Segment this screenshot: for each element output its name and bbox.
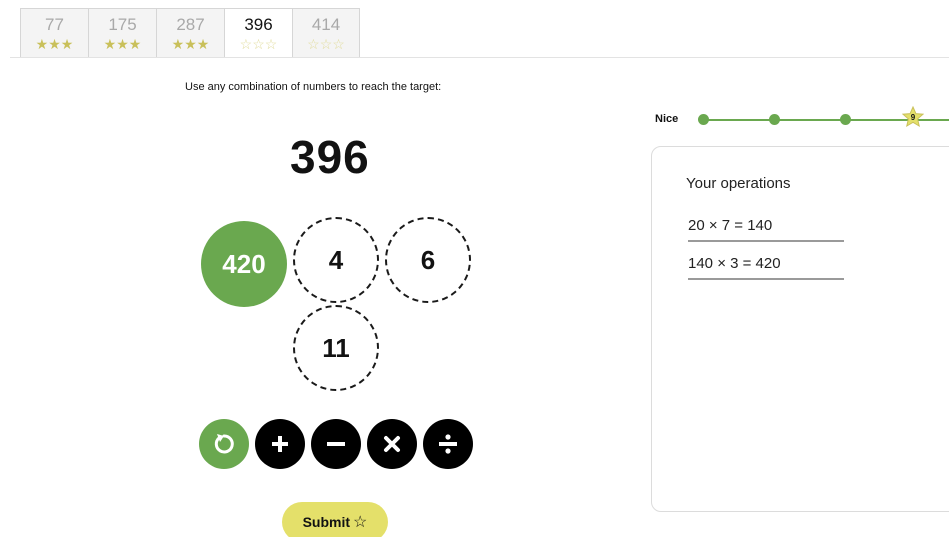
operations-title: Your operations bbox=[686, 175, 791, 192]
undo-icon bbox=[214, 434, 234, 454]
tab-number: 175 bbox=[108, 15, 137, 34]
instruction-text: Use any combination of numbers to reach … bbox=[185, 81, 442, 93]
tab-puzzle-3[interactable]: 287 ★★★ bbox=[156, 8, 224, 58]
operations-panel bbox=[651, 146, 949, 512]
divide-icon bbox=[439, 434, 457, 454]
tab-stars: ★★★ bbox=[35, 36, 74, 52]
tab-puzzle-1[interactable]: 77 ★★★ bbox=[20, 8, 88, 58]
tab-stars: ☆☆☆ bbox=[307, 36, 345, 52]
progress-rating-label: Nice bbox=[655, 113, 679, 125]
number-tile[interactable]: 4 bbox=[293, 217, 379, 303]
multiply-button[interactable] bbox=[367, 419, 417, 469]
tab-number: 287 bbox=[176, 15, 205, 34]
submit-button[interactable]: Submit ☆ bbox=[282, 502, 388, 537]
progress-star-value: 9 bbox=[910, 113, 916, 122]
tab-puzzle-4[interactable]: 396 ☆☆☆ bbox=[224, 8, 292, 58]
tab-number: 414 bbox=[311, 15, 341, 34]
target-number: 396 bbox=[290, 131, 370, 183]
tab-number: 396 bbox=[244, 15, 273, 34]
puzzle-tabs: 77 ★★★ 175 ★★★ 287 ★★★ 396 ☆☆☆ 414 ☆☆☆ bbox=[20, 8, 360, 58]
tab-stars: ★★★ bbox=[103, 36, 142, 52]
tab-stars: ★★★ bbox=[171, 36, 210, 52]
tab-puzzle-5[interactable]: 414 ☆☆☆ bbox=[292, 8, 360, 58]
operation-row[interactable]: 20 × 7 = 140 bbox=[688, 217, 844, 242]
add-button[interactable] bbox=[255, 419, 305, 469]
number-tile[interactable]: 6 bbox=[385, 217, 471, 303]
subtract-button[interactable] bbox=[311, 419, 361, 469]
minus-icon bbox=[327, 442, 345, 446]
plus-icon bbox=[272, 436, 288, 452]
tab-number: 77 bbox=[45, 15, 64, 34]
undo-button[interactable] bbox=[199, 419, 249, 469]
progress-dot bbox=[769, 114, 780, 125]
tabs-divider bbox=[10, 57, 949, 58]
progress-dot bbox=[698, 114, 709, 125]
tab-stars: ☆☆☆ bbox=[239, 36, 278, 52]
number-tile[interactable]: 11 bbox=[293, 305, 379, 391]
star-outline-icon: ☆ bbox=[353, 514, 368, 531]
divide-button[interactable] bbox=[423, 419, 473, 469]
operation-row[interactable]: 140 × 3 = 420 bbox=[688, 255, 844, 280]
times-icon bbox=[384, 436, 400, 452]
number-tile-selected[interactable]: 420 bbox=[201, 221, 287, 307]
submit-label: Submit bbox=[302, 514, 351, 530]
tab-puzzle-2[interactable]: 175 ★★★ bbox=[88, 8, 156, 58]
progress-dot bbox=[840, 114, 851, 125]
